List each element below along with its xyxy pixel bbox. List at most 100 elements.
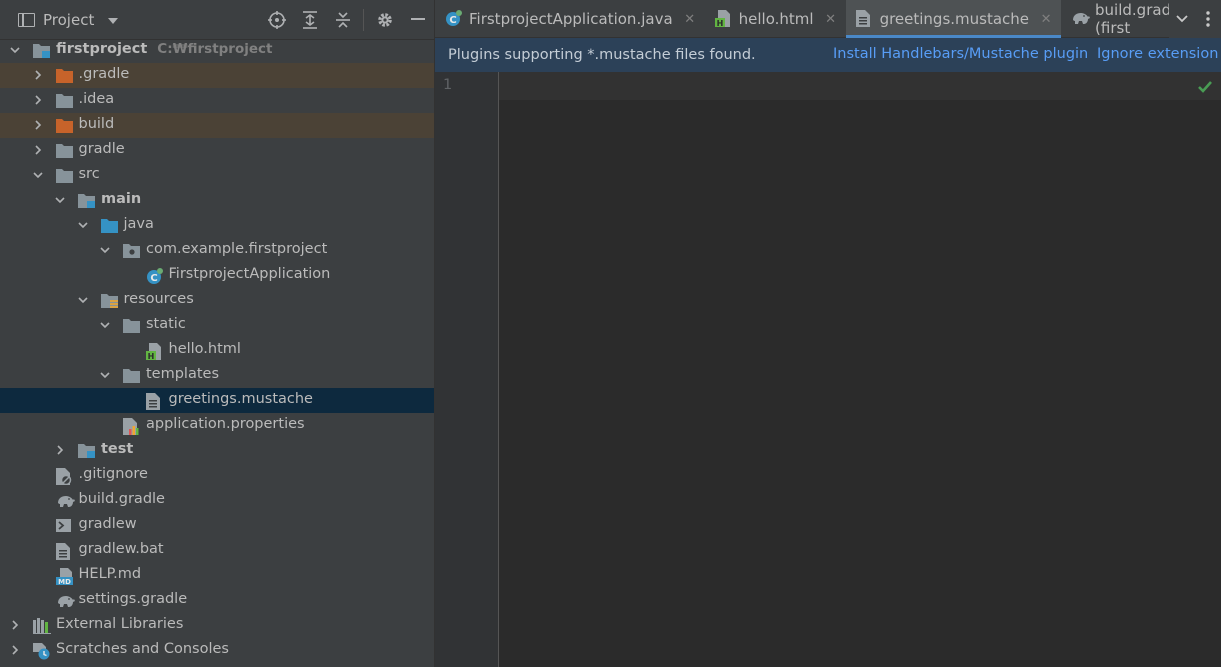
tree-item-label: gradlew bbox=[78, 516, 137, 532]
tree-item-label: firstproject bbox=[56, 41, 148, 57]
module-folder-icon bbox=[78, 443, 95, 459]
folder-icon bbox=[123, 368, 140, 384]
tree-item-label: .gradle bbox=[78, 66, 130, 82]
collapse-chevron-icon[interactable] bbox=[32, 170, 43, 180]
tree-item-label: build.gradle bbox=[78, 491, 165, 507]
editor-area: C FirstprojectApplication.java ✕ Hhello.htm… bbox=[435, 0, 1221, 667]
close-tab-icon[interactable]: ✕ bbox=[822, 12, 840, 27]
expand-chevron-icon[interactable] bbox=[33, 95, 43, 105]
tree-item-dot-gradle[interactable]: .gradle bbox=[0, 63, 434, 88]
close-tab-icon[interactable]: ✕ bbox=[681, 12, 699, 27]
tree-item-label: External Libraries bbox=[56, 616, 184, 632]
tree-item-gradle[interactable]: gradle bbox=[0, 138, 434, 163]
tree-item-gradlew-bat[interactable]: gradlew.bat bbox=[0, 538, 434, 563]
tree-item-gradlew[interactable]: gradlew bbox=[0, 513, 434, 538]
expand-all-icon[interactable] bbox=[293, 0, 326, 40]
tree-item-scratches[interactable]: Scratches and Consoles bbox=[0, 638, 434, 663]
project-view-title[interactable]: Project bbox=[43, 11, 94, 29]
tab-label: FirstprojectApplication.java bbox=[469, 10, 673, 28]
editor-gutter: 1 bbox=[435, 72, 499, 667]
tab-hello-html[interactable]: Hhello.html ✕ bbox=[705, 0, 846, 38]
tree-item-main[interactable]: main bbox=[0, 188, 434, 213]
collapse-chevron-icon[interactable] bbox=[100, 245, 110, 255]
expand-chevron-icon[interactable] bbox=[33, 120, 43, 130]
module-folder-icon bbox=[33, 43, 50, 59]
tab-list-chevron-icon[interactable] bbox=[1169, 0, 1195, 38]
project-panel-toolbar bbox=[260, 0, 434, 40]
close-tab-icon[interactable]: ✕ bbox=[1037, 12, 1055, 27]
svg-text:H: H bbox=[716, 19, 723, 27]
expand-chevron-icon[interactable] bbox=[33, 145, 43, 155]
tree-item-static[interactable]: static bbox=[0, 313, 434, 338]
project-view-icon bbox=[18, 12, 35, 27]
tree-item-build[interactable]: build bbox=[0, 113, 434, 138]
current-line-highlight[interactable] bbox=[499, 72, 1221, 100]
inspection-ok-check-icon[interactable] bbox=[1197, 80, 1213, 94]
install-plugin-link[interactable]: Install Handlebars/Mustache plugin bbox=[833, 46, 1088, 62]
tree-item-label: settings.gradle bbox=[78, 591, 188, 607]
properties-file-icon bbox=[123, 418, 140, 435]
resources-folder-icon bbox=[100, 293, 118, 309]
tree-item-package[interactable]: com.example.firstproject bbox=[0, 238, 434, 263]
plugin-suggestion-banner: Plugins supporting *.mustache files foun… bbox=[435, 38, 1221, 72]
shell-file-icon bbox=[55, 518, 73, 534]
tree-item-build-gradle[interactable]: build.gradle bbox=[0, 488, 434, 513]
folder-icon bbox=[123, 318, 140, 334]
hide-panel-icon[interactable] bbox=[401, 0, 434, 40]
tree-item-test[interactable]: test bbox=[0, 438, 434, 463]
folder-icon bbox=[55, 93, 73, 109]
tree-item-settings-gradle[interactable]: settings.gradle bbox=[0, 588, 434, 613]
expand-chevron-icon[interactable] bbox=[55, 445, 65, 455]
libraries-icon bbox=[33, 618, 51, 634]
tree-item-src[interactable]: src bbox=[0, 163, 434, 188]
project-tool-window: Project firstproject C:₩firstproject .grad… bbox=[0, 0, 435, 667]
more-options-icon[interactable] bbox=[1195, 0, 1221, 38]
gear-icon[interactable] bbox=[368, 0, 401, 40]
tree-item-label: test bbox=[101, 441, 134, 457]
tree-item-application-properties[interactable]: application.properties bbox=[0, 413, 434, 438]
expand-chevron-icon[interactable] bbox=[33, 70, 43, 80]
collapse-chevron-icon[interactable] bbox=[10, 45, 20, 55]
svg-text:H: H bbox=[147, 352, 154, 360]
tree-item-label: resources bbox=[123, 291, 194, 307]
ignore-extension-link[interactable]: Ignore extension bbox=[1097, 46, 1218, 62]
tree-item-templates[interactable]: templates bbox=[0, 363, 434, 388]
collapse-all-icon[interactable] bbox=[326, 0, 359, 40]
expand-chevron-icon[interactable] bbox=[10, 645, 20, 655]
tree-item-firstproject[interactable]: firstproject C:₩firstproject bbox=[0, 38, 434, 63]
tree-item-firstproject-application[interactable]: C FirstprojectApplication bbox=[0, 263, 434, 288]
tab-label: hello.html bbox=[738, 10, 814, 28]
svg-text:MD: MD bbox=[58, 578, 71, 585]
tab-greetings-mustache[interactable]: greetings.mustache ✕ bbox=[845, 0, 1062, 38]
collapse-chevron-icon[interactable] bbox=[100, 370, 110, 380]
tree-item-java[interactable]: java bbox=[0, 213, 434, 238]
tree-item-label: gradle bbox=[78, 141, 125, 157]
toolbar-separator bbox=[363, 9, 364, 31]
collapse-chevron-icon[interactable] bbox=[77, 295, 88, 305]
select-opened-file-icon[interactable] bbox=[260, 0, 293, 40]
line-number: 1 bbox=[443, 77, 453, 93]
expand-chevron-icon[interactable] bbox=[10, 620, 20, 630]
view-selector-chevron-icon[interactable] bbox=[108, 17, 119, 24]
tree-item-greetings-mustache[interactable]: greetings.mustache bbox=[0, 388, 434, 413]
collapse-chevron-icon[interactable] bbox=[55, 195, 65, 205]
tree-item-label: hello.html bbox=[168, 341, 241, 357]
tree-item-gitignore[interactable]: .gitignore bbox=[0, 463, 434, 488]
tree-item-label: main bbox=[101, 191, 142, 207]
spring-class-icon: C bbox=[445, 10, 463, 28]
tree-item-idea[interactable]: .idea bbox=[0, 88, 434, 113]
tree-item-label: Scratches and Consoles bbox=[56, 641, 229, 657]
collapse-chevron-icon[interactable] bbox=[77, 220, 88, 230]
tree-item-external-libraries[interactable]: External Libraries bbox=[0, 613, 434, 638]
gradle-file-icon bbox=[56, 593, 75, 609]
folder-excluded-icon bbox=[55, 118, 73, 134]
tree-item-hello-html[interactable]: Hhello.html bbox=[0, 338, 434, 363]
tree-item-label: gradlew.bat bbox=[78, 541, 164, 557]
tree-item-label: FirstprojectApplication bbox=[168, 266, 331, 282]
editor-tab-bar: C FirstprojectApplication.java ✕ Hhello.htm… bbox=[435, 0, 1221, 38]
tab-firstproject-application[interactable]: C FirstprojectApplication.java ✕ bbox=[435, 0, 705, 38]
collapse-chevron-icon[interactable] bbox=[100, 320, 110, 330]
html-file-icon: H bbox=[714, 10, 733, 28]
tree-item-help-md[interactable]: MD HELP.md bbox=[0, 563, 434, 588]
tree-item-resources[interactable]: resources bbox=[0, 288, 434, 313]
